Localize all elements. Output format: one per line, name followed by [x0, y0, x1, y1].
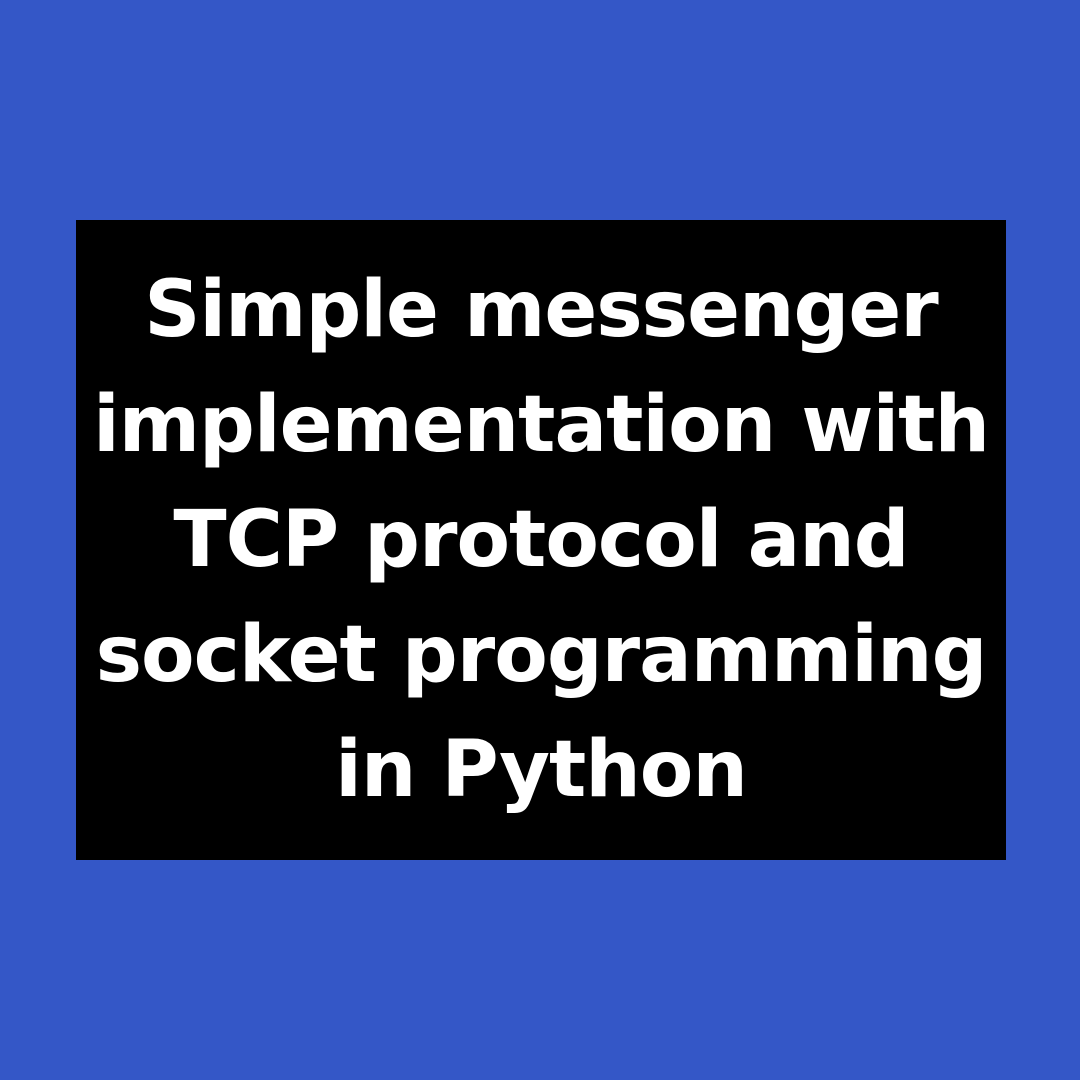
- title-line-4: socket programming: [95, 609, 988, 700]
- page: { "colors": { "background": "#3457c7", "…: [0, 0, 1080, 1080]
- title-line-3: TCP protocol and: [173, 494, 909, 585]
- title-line-5: in Python: [335, 724, 748, 815]
- title-line-1: Simple messenger: [144, 264, 938, 355]
- title-card: Simple messenger implementation with TCP…: [76, 220, 1006, 860]
- title-line-2: implementation with: [92, 379, 990, 470]
